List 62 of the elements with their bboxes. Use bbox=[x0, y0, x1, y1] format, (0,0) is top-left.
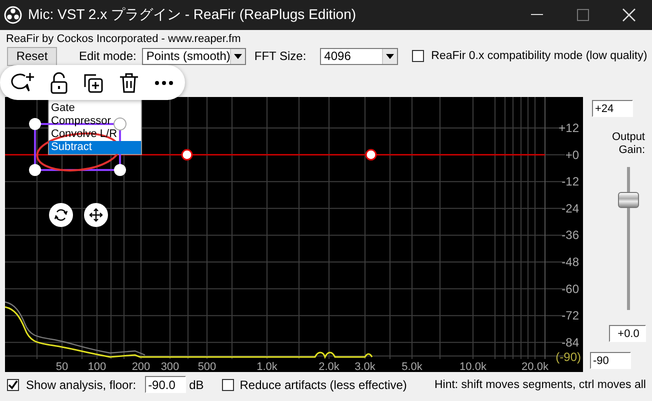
axis-label: 2.0k bbox=[318, 361, 340, 372]
lock-icon[interactable] bbox=[50, 72, 68, 94]
analysis-checkbox[interactable] bbox=[7, 378, 19, 390]
axis-label: 10.0k bbox=[460, 361, 486, 372]
caret-icon bbox=[382, 48, 398, 64]
axis-label: -48 bbox=[562, 255, 579, 269]
max-field[interactable]: +24 bbox=[592, 100, 633, 117]
caret-icon bbox=[230, 48, 246, 64]
trash-icon[interactable] bbox=[119, 72, 140, 94]
menu-item[interactable]: Subtract bbox=[49, 141, 141, 154]
axis-label: -60 bbox=[562, 282, 579, 296]
axis-label: 1.0k bbox=[256, 361, 278, 372]
axis-label: -36 bbox=[562, 228, 579, 242]
compat-label: ReaFir 0.x compatibility mode (low quality) bbox=[431, 50, 648, 62]
ellipse-annotation[interactable] bbox=[35, 131, 121, 173]
control-point[interactable] bbox=[181, 149, 193, 161]
copy-add-icon[interactable] bbox=[82, 72, 104, 94]
axis-label: 200 bbox=[132, 361, 150, 372]
logo-icon bbox=[4, 6, 22, 24]
axis-label: (-90) bbox=[556, 350, 581, 364]
selection-frame[interactable] bbox=[28, 116, 128, 178]
fft-size-label: FFT Size: bbox=[254, 49, 306, 63]
control-point[interactable] bbox=[365, 149, 377, 161]
maximize-icon[interactable] bbox=[577, 9, 589, 21]
move-icon bbox=[89, 208, 103, 222]
analysis-label: Show analysis, floor: bbox=[26, 378, 136, 392]
reduce-checkbox[interactable] bbox=[222, 378, 234, 390]
axis-label: 5.0k bbox=[402, 361, 422, 372]
window-title: Mic: VST 2.x プラグイン - ReaFir (ReaPlugs Edition) bbox=[28, 6, 358, 24]
floor-field[interactable]: -90.0 bbox=[145, 376, 186, 393]
axis-label: -12 bbox=[562, 174, 579, 189]
axis-label: 300 bbox=[160, 361, 180, 372]
gain-line[interactable] bbox=[5, 154, 545, 156]
slider-thumb[interactable] bbox=[618, 192, 639, 208]
min-field[interactable]: -90 bbox=[590, 352, 631, 369]
axis-label: +12 bbox=[558, 121, 579, 135]
reduce-label: Reduce artifacts (less effective) bbox=[240, 378, 407, 392]
output-gain-label: Output Gain: bbox=[610, 131, 645, 157]
axis-label: 500 bbox=[198, 361, 216, 372]
axis-label: 50 bbox=[56, 361, 68, 372]
minimize-icon[interactable] bbox=[531, 14, 543, 16]
menu-item[interactable]: Gate bbox=[49, 102, 141, 115]
axis-label: +0 bbox=[565, 148, 579, 162]
hint-text: Hint: shift moves segments, ctrl moves all bbox=[434, 378, 646, 390]
axis-label: 100 bbox=[88, 361, 106, 372]
axis-label: -24 bbox=[562, 201, 579, 216]
rotate-icon bbox=[54, 208, 68, 222]
axis-label: 20.0k bbox=[522, 361, 548, 372]
unit-label: dB bbox=[189, 378, 204, 392]
axis-label: -84 bbox=[562, 335, 579, 350]
edit-mode-dropdown[interactable]: Points (smooth) bbox=[142, 48, 246, 64]
fft-size-dropdown[interactable]: 4096 bbox=[320, 48, 398, 64]
axis-label: 3.0k bbox=[354, 361, 376, 372]
reset-button[interactable]: Reset bbox=[7, 46, 57, 66]
axis-label: -72 bbox=[562, 308, 579, 323]
gain-field[interactable]: +0.0 bbox=[609, 325, 646, 342]
more-icon[interactable] bbox=[154, 80, 174, 86]
close-icon[interactable] bbox=[622, 8, 636, 22]
comment-add-icon[interactable] bbox=[11, 72, 36, 94]
edit-mode-label: Edit mode: bbox=[79, 49, 136, 63]
group-label: ReaFir by Cockos Incorporated - www.reaper.fm bbox=[6, 32, 241, 46]
compat-checkbox[interactable] bbox=[412, 50, 424, 62]
